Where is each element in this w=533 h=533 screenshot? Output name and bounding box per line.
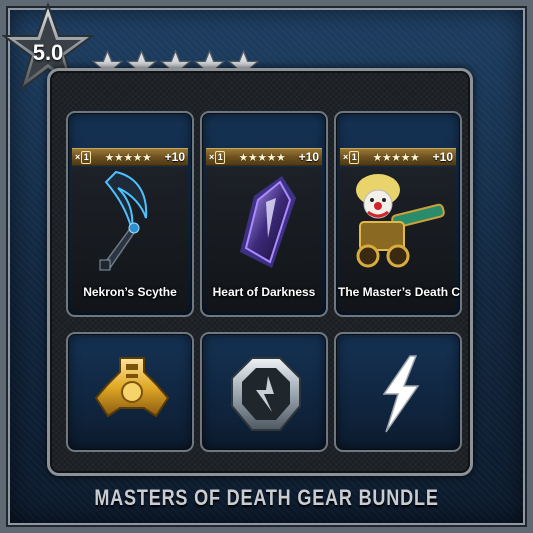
rank-indicator: × 1 bbox=[75, 150, 92, 164]
lightning-bolt-icon bbox=[382, 355, 420, 433]
level-bar: × 1 ★★★★★ +10 bbox=[340, 148, 456, 166]
class-card-gold[interactable] bbox=[66, 332, 194, 452]
crystal-icon bbox=[240, 176, 296, 268]
gear-name: Nekron’s Scythe bbox=[83, 285, 177, 299]
gear-name: The Master’s Death Cart bbox=[338, 285, 462, 299]
clown-cart-icon bbox=[356, 174, 445, 268]
class-card-lightning[interactable] bbox=[334, 332, 462, 452]
bundle-title: MASTERS OF DEATH GEAR BUNDLE bbox=[94, 485, 439, 510]
rank-indicator: × 1 bbox=[343, 150, 360, 164]
bundle-panel: × 1 ★★★★★ +10 Nekron’s Scythe × 1 ★★★★★ +1… bbox=[47, 68, 473, 476]
gear-card-scythe[interactable]: × 1 ★★★★★ +10 Nekron’s Scythe bbox=[66, 111, 194, 317]
gear-card-death-cart[interactable]: × 1 ★★★★★ +10 The Master’s Death Cart bbox=[334, 111, 462, 317]
gear-name: Heart of Darkness bbox=[212, 285, 316, 299]
scythe-icon bbox=[99, 170, 148, 271]
gear-plus-level: +10 bbox=[298, 150, 319, 164]
level-bar: × 1 ★★★★★ +10 bbox=[72, 148, 188, 166]
gear-card-heart-of-darkness[interactable]: × 1 ★★★★★ +10 Heart of Darkness bbox=[200, 111, 328, 317]
rank-indicator: × 1 bbox=[209, 150, 226, 164]
gold-tri-emblem-icon bbox=[94, 357, 170, 418]
class-card-silver[interactable] bbox=[200, 332, 328, 452]
gear-stars: ★★★★★ bbox=[372, 151, 420, 164]
level-bar: × 1 ★★★★★ +10 bbox=[206, 148, 322, 166]
item-grid: × 1 ★★★★★ +10 Nekron’s Scythe × 1 ★★★★★ +1… bbox=[66, 111, 462, 452]
gear-stars: ★★★★★ bbox=[104, 151, 152, 164]
gear-stars: ★★★★★ bbox=[238, 151, 286, 164]
silver-shield-emblem-icon bbox=[231, 357, 301, 431]
gear-plus-level: +10 bbox=[164, 150, 185, 164]
gear-plus-level: +10 bbox=[432, 150, 453, 164]
